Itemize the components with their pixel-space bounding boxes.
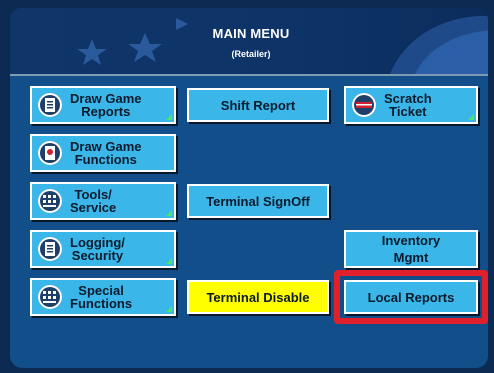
tools-service-button[interactable]: Tools/ Service — [30, 182, 176, 220]
terminal-signoff-button[interactable]: Terminal SignOff — [187, 184, 329, 218]
button-label-line2: Ticket — [389, 104, 427, 119]
document-icon — [38, 237, 62, 261]
main-menu-screen: MAIN MENU (Retailer) Draw Game Reports D… — [8, 6, 490, 370]
logging-security-button[interactable]: Logging/ Security — [30, 230, 176, 268]
special-functions-button[interactable]: Special Functions — [30, 278, 176, 316]
page-subtitle: (Retailer) — [231, 49, 271, 59]
ticket-icon — [38, 141, 62, 165]
document-icon — [38, 93, 62, 117]
shift-report-button[interactable]: Shift Report — [187, 88, 329, 122]
draw-game-reports-button[interactable]: Draw Game Reports — [30, 86, 176, 124]
selection-highlight — [334, 270, 488, 324]
draw-game-functions-button[interactable]: Draw Game Functions — [30, 134, 176, 172]
button-label-line2: Security — [71, 248, 124, 263]
keypad-icon — [38, 189, 62, 213]
scratch-icon — [352, 93, 376, 117]
page-title: MAIN MENU — [212, 26, 290, 41]
header: MAIN MENU (Retailer) — [10, 8, 488, 76]
button-label: Terminal SignOff — [206, 193, 310, 209]
helmet-icon — [390, 16, 488, 74]
button-label-line2: Service — [70, 200, 117, 215]
button-label-line2: Reports — [81, 104, 131, 119]
header-decoration — [77, 16, 488, 74]
inventory-mgmt-button[interactable]: Inventory Mgmt — [344, 230, 478, 268]
corner-indicator-icon — [166, 114, 172, 120]
terminal-disable-button[interactable]: Terminal Disable — [187, 280, 329, 314]
corner-indicator-icon — [166, 210, 172, 216]
button-label-line2: Functions — [70, 296, 133, 311]
button-label: Shift Report — [220, 97, 296, 113]
button-label-line2: Functions — [74, 152, 137, 167]
corner-indicator-icon — [166, 306, 172, 312]
keypad-icon — [38, 285, 62, 309]
button-label-line1: Inventory — [381, 233, 441, 248]
corner-indicator-icon — [166, 258, 172, 264]
scratch-ticket-button[interactable]: Scratch Ticket — [344, 86, 478, 124]
corner-indicator-icon — [468, 114, 474, 120]
button-label: Terminal Disable — [206, 289, 310, 305]
button-label-line2: Mgmt — [393, 250, 429, 265]
